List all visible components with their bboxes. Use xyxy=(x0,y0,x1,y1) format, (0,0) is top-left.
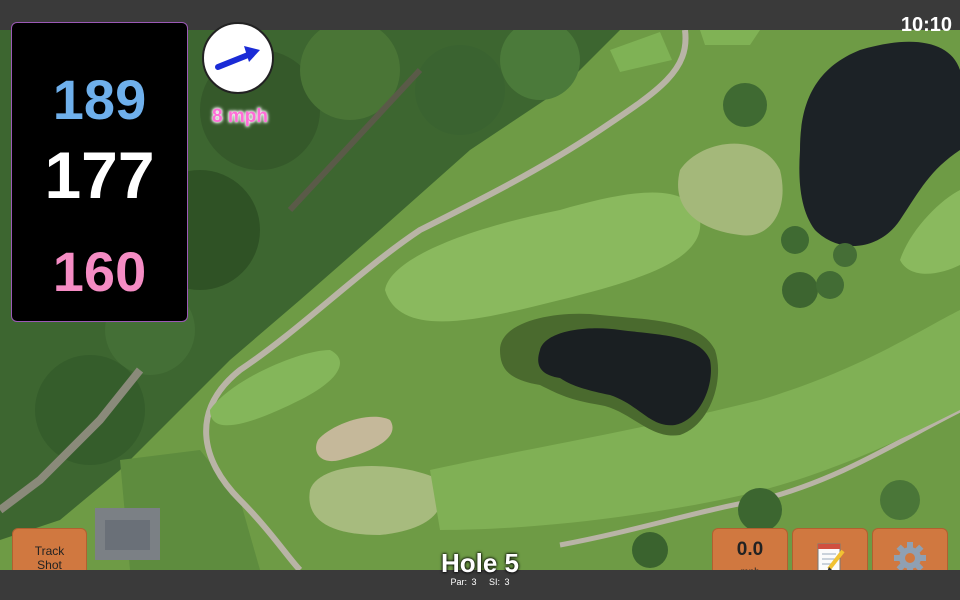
front-distance: 160 xyxy=(52,240,147,303)
back-distance: 189 xyxy=(52,68,147,131)
middle-distance: 177 xyxy=(44,138,155,212)
hole-title: Hole 5 xyxy=(440,548,520,578)
speed-value: 0.0 xyxy=(736,539,764,560)
hole-si: SI: 3 xyxy=(489,577,510,587)
hole-par: Par: 3 xyxy=(450,577,477,587)
wind-indicator xyxy=(202,22,274,94)
wind-arrow-icon xyxy=(215,46,260,70)
hole-info: Par: 3 SI: 3 xyxy=(420,577,540,587)
wind-speed: 8 mph xyxy=(212,106,268,127)
distance-panel: 189 177 160 xyxy=(11,22,188,322)
track-shot-label: Track Shot xyxy=(34,544,65,572)
clock: 10:10 xyxy=(900,14,952,36)
